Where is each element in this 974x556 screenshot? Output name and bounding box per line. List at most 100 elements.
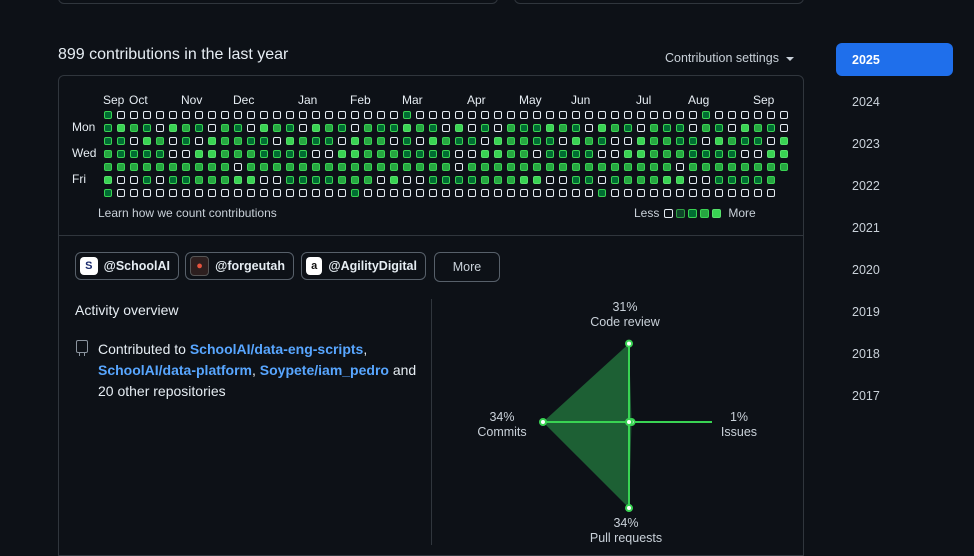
repo-link-data-eng-scripts[interactable]: SchoolAI/data-eng-scripts (190, 341, 363, 357)
contribution-day-cell[interactable] (702, 189, 710, 197)
contribution-day-cell[interactable] (637, 137, 645, 145)
contribution-day-cell[interactable] (208, 176, 216, 184)
contribution-day-cell[interactable] (403, 111, 411, 119)
contribution-day-cell[interactable] (221, 150, 229, 158)
contribution-day-cell[interactable] (689, 176, 697, 184)
contribution-day-cell[interactable] (676, 111, 684, 119)
contribution-day-cell[interactable] (520, 124, 528, 132)
contribution-day-cell[interactable] (520, 189, 528, 197)
year-2018[interactable]: 2018 (836, 337, 953, 370)
contribution-day-cell[interactable] (559, 137, 567, 145)
contribution-day-cell[interactable] (507, 150, 515, 158)
contribution-day-cell[interactable] (312, 124, 320, 132)
contribution-day-cell[interactable] (221, 189, 229, 197)
contribution-day-cell[interactable] (572, 137, 580, 145)
contribution-day-cell[interactable] (208, 150, 216, 158)
contribution-day-cell[interactable] (572, 111, 580, 119)
contribution-day-cell[interactable] (546, 137, 554, 145)
contribution-day-cell[interactable] (416, 176, 424, 184)
contribution-day-cell[interactable] (533, 124, 541, 132)
contribution-day-cell[interactable] (741, 150, 749, 158)
contribution-day-cell[interactable] (195, 189, 203, 197)
contribution-day-cell[interactable] (325, 111, 333, 119)
contribution-day-cell[interactable] (650, 124, 658, 132)
contribution-day-cell[interactable] (429, 111, 437, 119)
contribution-day-cell[interactable] (507, 124, 515, 132)
contribution-day-cell[interactable] (104, 163, 112, 171)
repo-link-data-platform[interactable]: SchoolAI/data-platform (98, 362, 252, 378)
contribution-day-cell[interactable] (494, 111, 502, 119)
contribution-day-cell[interactable] (663, 137, 671, 145)
contribution-day-cell[interactable] (546, 189, 554, 197)
contribution-day-cell[interactable] (260, 176, 268, 184)
contribution-settings-dropdown[interactable]: Contribution settings (665, 51, 794, 65)
repo-link-iam-pedro[interactable]: Soypete/iam_pedro (260, 362, 389, 378)
contribution-day-cell[interactable] (286, 150, 294, 158)
contribution-day-cell[interactable] (273, 111, 281, 119)
contribution-day-cell[interactable] (416, 124, 424, 132)
contribution-day-cell[interactable] (247, 137, 255, 145)
contribution-day-cell[interactable] (728, 137, 736, 145)
contribution-day-cell[interactable] (351, 189, 359, 197)
contribution-day-cell[interactable] (689, 124, 697, 132)
contribution-day-cell[interactable] (481, 124, 489, 132)
contribution-day-cell[interactable] (169, 137, 177, 145)
contribution-day-cell[interactable] (312, 163, 320, 171)
contribution-day-cell[interactable] (221, 137, 229, 145)
contribution-day-cell[interactable] (273, 124, 281, 132)
contribution-day-cell[interactable] (689, 189, 697, 197)
contribution-day-cell[interactable] (494, 189, 502, 197)
contribution-day-cell[interactable] (143, 124, 151, 132)
contribution-day-cell[interactable] (611, 124, 619, 132)
contribution-day-cell[interactable] (195, 176, 203, 184)
contribution-day-cell[interactable] (130, 124, 138, 132)
contribution-day-cell[interactable] (143, 176, 151, 184)
contribution-day-cell[interactable] (416, 189, 424, 197)
contribution-day-cell[interactable] (299, 137, 307, 145)
contribution-day-cell[interactable] (702, 163, 710, 171)
contribution-day-cell[interactable] (182, 163, 190, 171)
contribution-day-cell[interactable] (260, 124, 268, 132)
contribution-day-cell[interactable] (130, 189, 138, 197)
contribution-day-cell[interactable] (611, 111, 619, 119)
contribution-day-cell[interactable] (208, 163, 216, 171)
contribution-day-cell[interactable] (754, 137, 762, 145)
contribution-day-cell[interactable] (364, 111, 372, 119)
contribution-day-cell[interactable] (559, 176, 567, 184)
contribution-day-cell[interactable] (260, 137, 268, 145)
contribution-day-cell[interactable] (611, 189, 619, 197)
contribution-day-cell[interactable] (104, 176, 112, 184)
contribution-day-cell[interactable] (533, 163, 541, 171)
contribution-day-cell[interactable] (273, 189, 281, 197)
year-2022[interactable]: 2022 (836, 169, 953, 202)
contribution-day-cell[interactable] (663, 111, 671, 119)
contribution-day-cell[interactable] (403, 137, 411, 145)
year-2017[interactable]: 2017 (836, 379, 953, 412)
contribution-day-cell[interactable] (130, 176, 138, 184)
contribution-day-cell[interactable] (117, 163, 125, 171)
contribution-day-cell[interactable] (273, 163, 281, 171)
contribution-day-cell[interactable] (208, 137, 216, 145)
contribution-day-cell[interactable] (104, 189, 112, 197)
contribution-day-cell[interactable] (663, 189, 671, 197)
contribution-day-cell[interactable] (780, 111, 788, 119)
contribution-day-cell[interactable] (715, 137, 723, 145)
contribution-day-cell[interactable] (169, 111, 177, 119)
contribution-day-cell[interactable] (676, 176, 684, 184)
contribution-day-cell[interactable] (728, 176, 736, 184)
contribution-day-cell[interactable] (572, 124, 580, 132)
contribution-day-cell[interactable] (663, 176, 671, 184)
contribution-day-cell[interactable] (520, 176, 528, 184)
contribution-day-cell[interactable] (416, 150, 424, 158)
contribution-day-cell[interactable] (689, 150, 697, 158)
contribution-day-cell[interactable] (728, 111, 736, 119)
contribution-day-cell[interactable] (546, 111, 554, 119)
contribution-day-cell[interactable] (728, 150, 736, 158)
contribution-day-cell[interactable] (754, 150, 762, 158)
contribution-day-cell[interactable] (507, 137, 515, 145)
org-filter-schoolai[interactable]: S @SchoolAI (75, 252, 179, 280)
contribution-day-cell[interactable] (494, 163, 502, 171)
contribution-day-cell[interactable] (533, 189, 541, 197)
contribution-day-cell[interactable] (650, 163, 658, 171)
contribution-day-cell[interactable] (312, 111, 320, 119)
